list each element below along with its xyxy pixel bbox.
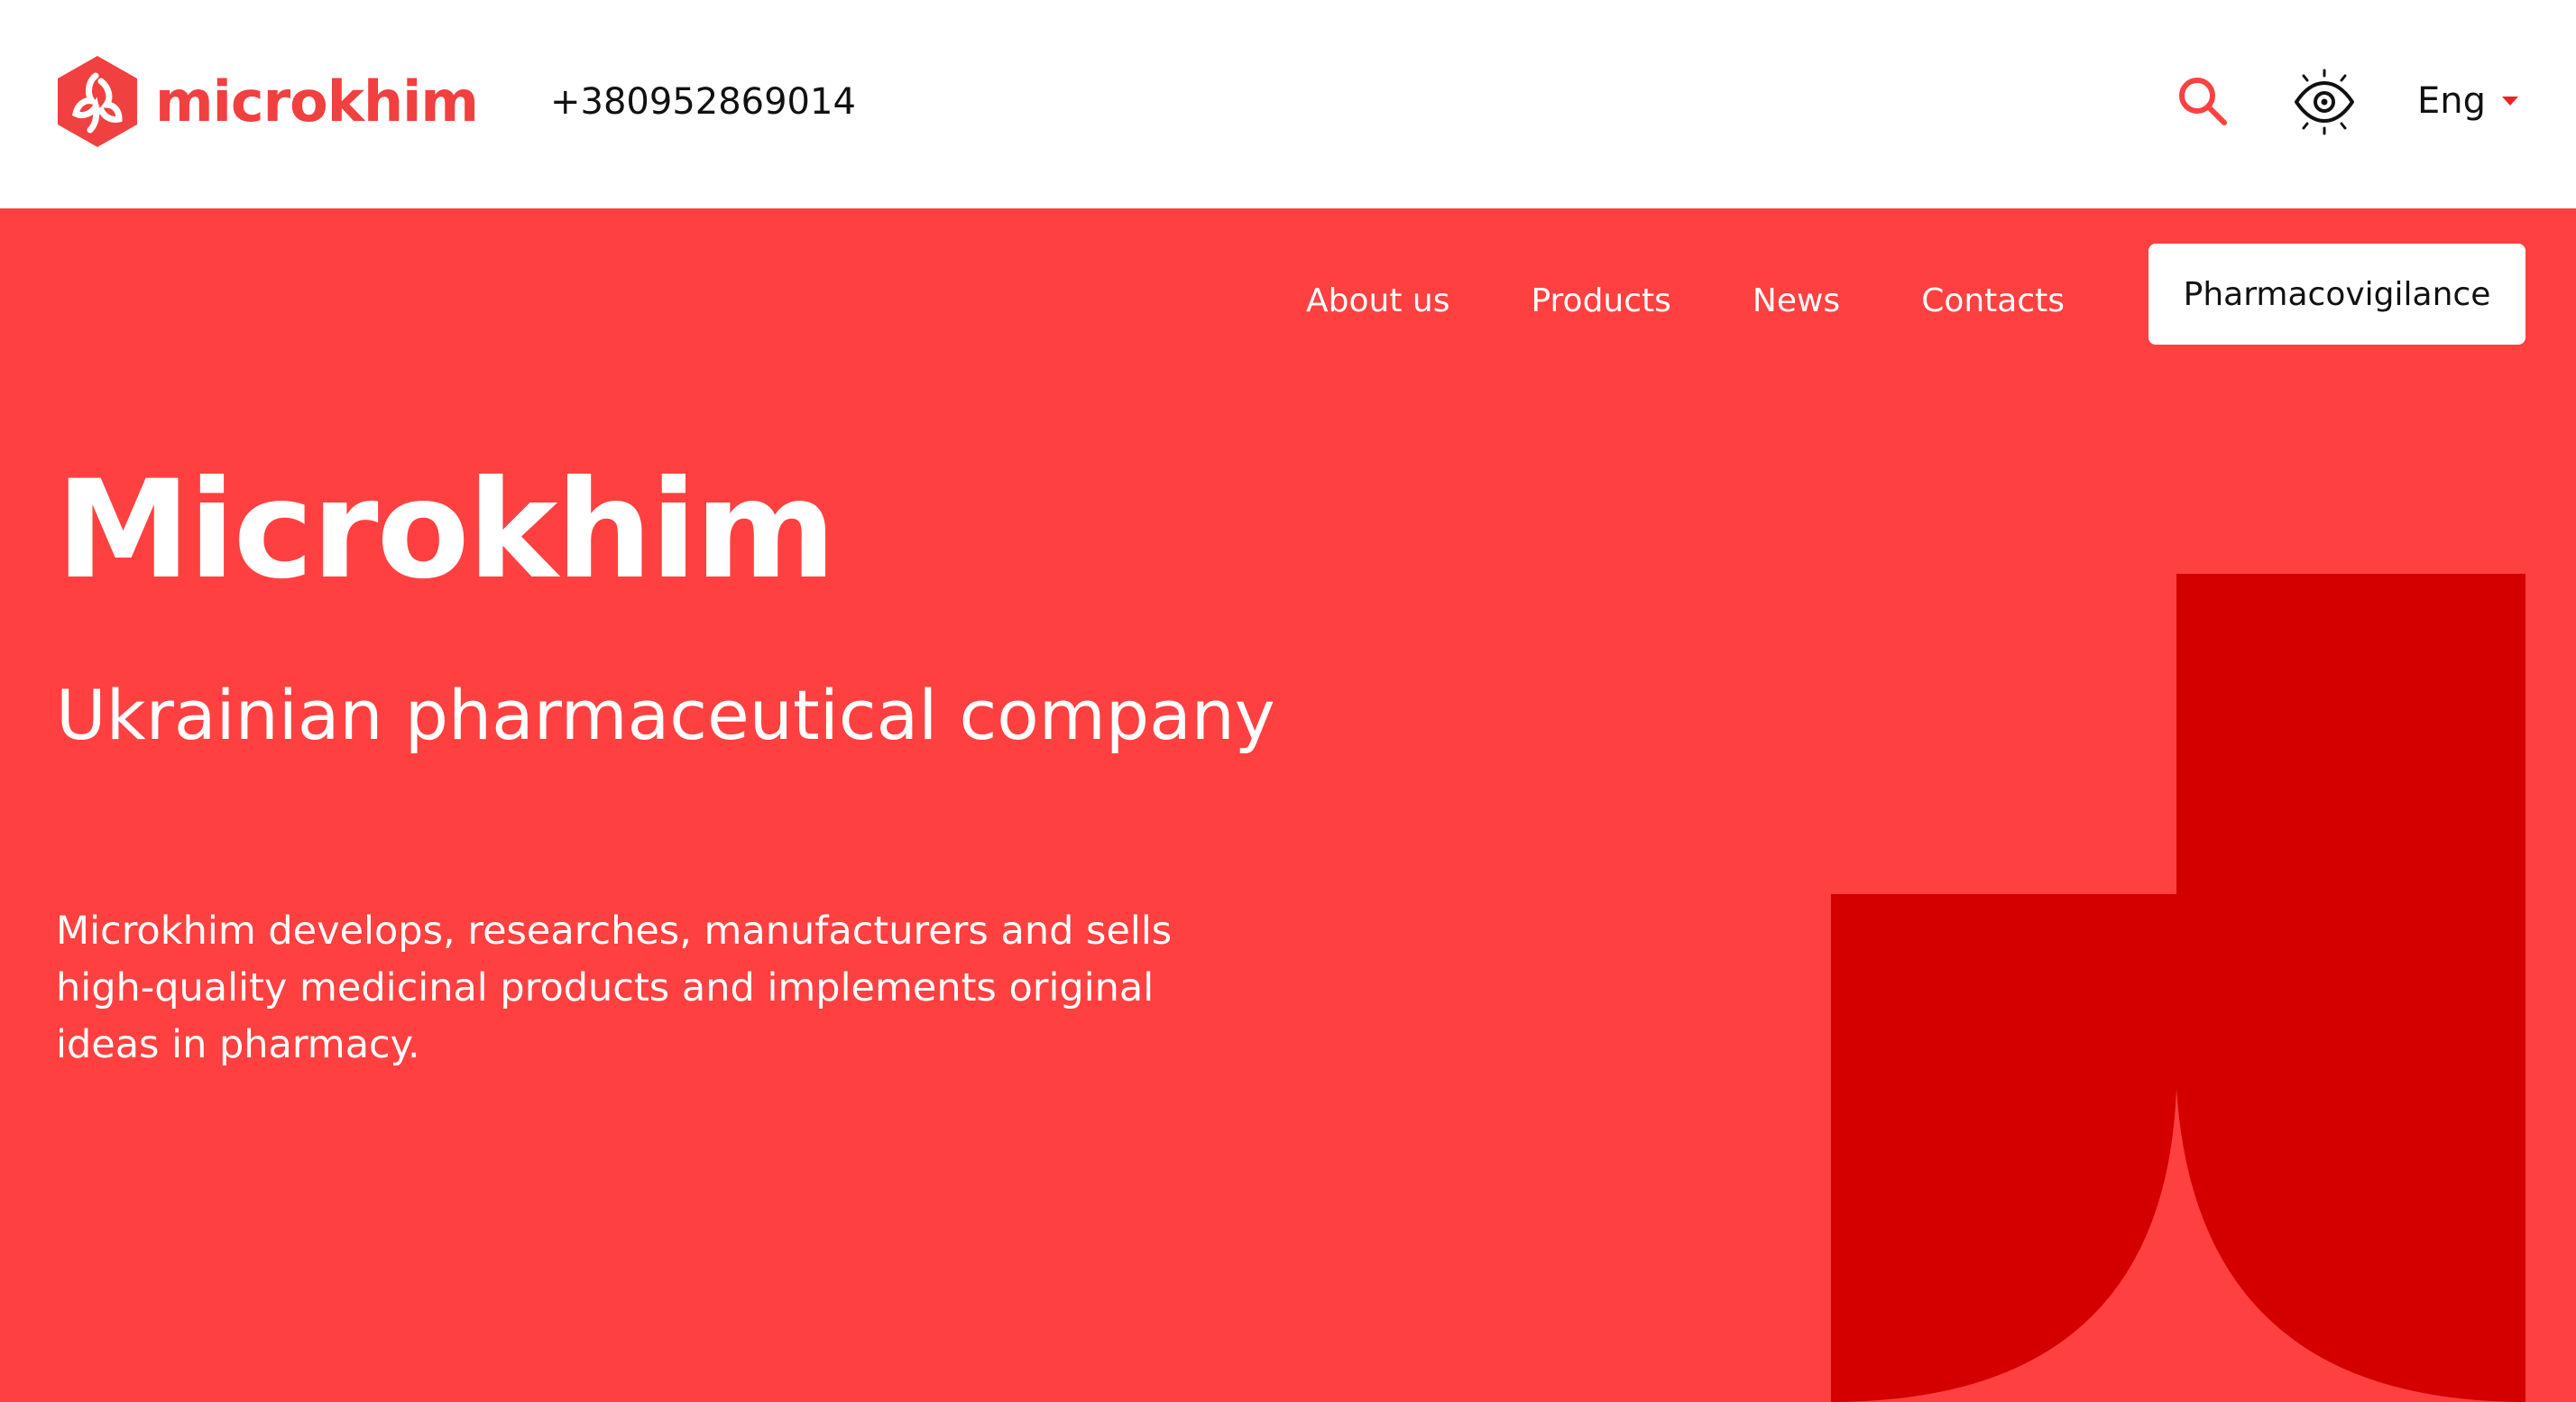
search-button[interactable]: [2174, 72, 2231, 130]
decorative-graphic: [1831, 574, 2525, 1402]
search-icon: [2179, 78, 2227, 125]
nav-about-us[interactable]: About us: [1306, 282, 1449, 319]
logo-mark-icon: [58, 56, 137, 147]
hero-title: Microkhim: [56, 452, 836, 609]
phone-link[interactable]: +380952869014: [550, 75, 856, 129]
nav-contacts[interactable]: Contacts: [1921, 282, 2065, 319]
hero-description: Microkhim develops, researches, manufact…: [56, 909, 1173, 1067]
language-selector[interactable]: Eng: [2417, 74, 2519, 128]
nav-products[interactable]: Products: [1531, 282, 1670, 319]
logo-text: microkhim: [155, 68, 479, 134]
pharmacovigilance-button[interactable]: Pharmacovigilance: [2148, 244, 2525, 345]
hero-subtitle: Ukrainian pharmaceutical company: [56, 675, 1275, 755]
hero-section: About us Products News Contacts Pharmaco…: [0, 208, 2576, 1402]
graphic-right-block: [2176, 574, 2525, 1402]
accessibility-button[interactable]: [2291, 69, 2358, 135]
page: microkhim +380952869014 Eng About us Pro…: [0, 0, 2576, 1402]
main-nav: About us Products News Contacts: [1306, 273, 2065, 327]
top-header: microkhim +380952869014 Eng: [0, 0, 2576, 208]
logo-link[interactable]: microkhim: [56, 54, 479, 149]
language-label: Eng: [2417, 80, 2487, 122]
graphic-left-block: [1831, 894, 2176, 1402]
nav-news[interactable]: News: [1753, 282, 1840, 319]
eye-icon: [2295, 69, 2354, 135]
caret-down-icon: [2502, 97, 2519, 106]
